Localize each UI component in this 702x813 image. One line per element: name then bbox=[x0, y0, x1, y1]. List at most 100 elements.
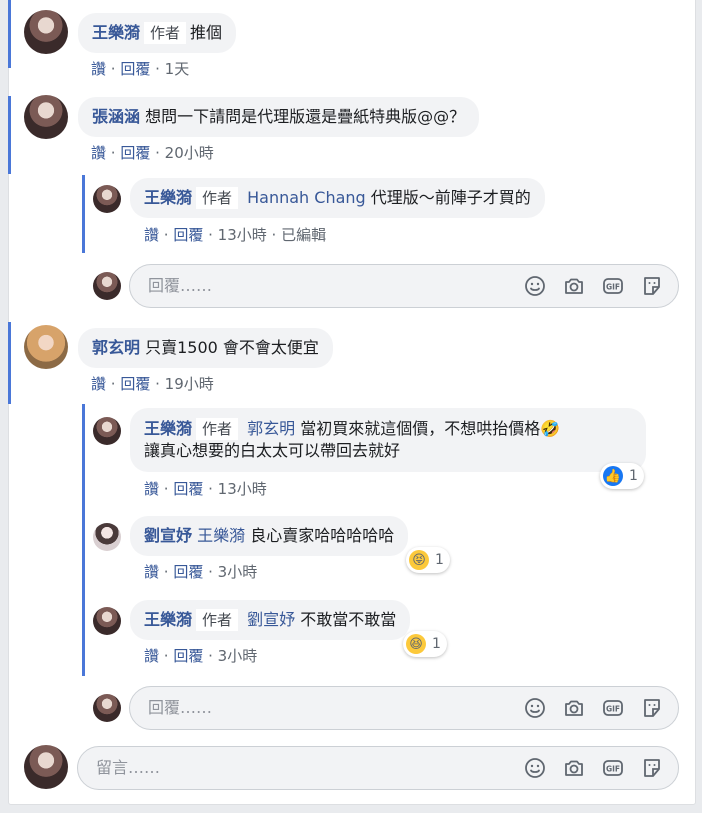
gif-icon[interactable]: GIF bbox=[601, 274, 625, 298]
reply-link[interactable]: 回覆 bbox=[173, 563, 203, 581]
tagged-user[interactable]: Hannah Chang bbox=[247, 188, 366, 207]
reply-placeholder: 回覆…… bbox=[148, 698, 213, 717]
like-link[interactable]: 讚 bbox=[144, 480, 159, 498]
reply-placeholder: 回覆…… bbox=[148, 276, 213, 295]
comment-actions: 讚 · 回覆 · 13小時 bbox=[144, 480, 267, 498]
reaction-count: 1 bbox=[435, 552, 444, 568]
avatar[interactable] bbox=[24, 325, 68, 369]
comment-text: 推個 bbox=[190, 23, 223, 42]
comment-actions: 讚 · 回覆 · 1天 bbox=[91, 60, 190, 78]
camera-icon[interactable] bbox=[562, 756, 586, 780]
reply-input[interactable]: 回覆…… GIF bbox=[129, 686, 679, 730]
reply-bubble: 王樂漪 作者 郭玄明 當初買來就這個價，不想哄抬價格🤣 讓真心想要的白太太可以帶回… bbox=[130, 408, 646, 472]
author-badge: 作者 bbox=[196, 187, 239, 209]
avatar[interactable] bbox=[93, 417, 121, 445]
svg-text:GIF: GIF bbox=[606, 283, 620, 292]
edited-label[interactable]: 已編輯 bbox=[281, 226, 326, 244]
comment-text: 不敢當不敢當 bbox=[300, 610, 397, 629]
avatar bbox=[93, 272, 121, 300]
svg-text:GIF: GIF bbox=[606, 765, 620, 774]
reply-bubble: 王樂漪 作者 劉宣妤 不敢當不敢當 bbox=[130, 600, 411, 640]
reply-bubble: 劉宣妤 王樂漪 良心賣家哈哈哈哈哈 bbox=[130, 516, 409, 556]
like-reaction-icon: 👍 bbox=[603, 466, 623, 486]
comment-actions: 讚 · 回覆 · 19小時 bbox=[91, 375, 214, 393]
emoji-icon[interactable] bbox=[523, 274, 547, 298]
avatar[interactable] bbox=[93, 607, 121, 635]
gif-icon[interactable]: GIF bbox=[601, 756, 625, 780]
timestamp[interactable]: 19小時 bbox=[165, 375, 214, 393]
reaction-count: 1 bbox=[629, 468, 638, 484]
commenter-name[interactable]: 劉宣妤 bbox=[144, 526, 192, 545]
comment-placeholder: 留言…… bbox=[96, 758, 161, 777]
thread-line bbox=[8, 322, 11, 404]
camera-icon[interactable] bbox=[562, 274, 586, 298]
comment-text-line1: 當初買來就這個價，不想哄抬價格🤣 bbox=[300, 419, 561, 438]
avatar[interactable] bbox=[24, 95, 68, 139]
timestamp[interactable]: 3小時 bbox=[218, 563, 258, 581]
comment-actions: 讚 · 回覆 · 20小時 bbox=[91, 144, 214, 162]
like-link[interactable]: 讚 bbox=[144, 647, 159, 665]
commenter-name[interactable]: 王樂漪 bbox=[144, 419, 192, 438]
comment-bubble: 張涵涵 想問一下請問是代理版還是疊紙特典版@@？ bbox=[78, 97, 480, 137]
like-link[interactable]: 讚 bbox=[144, 563, 159, 581]
reply-link[interactable]: 回覆 bbox=[120, 60, 150, 78]
comment-text: 想問一下請問是代理版還是疊紙特典版@@？ bbox=[145, 107, 466, 126]
timestamp[interactable]: 13小時 bbox=[218, 226, 267, 244]
comment-text: 代理版～前陣子才買的 bbox=[370, 188, 531, 207]
avatar bbox=[93, 694, 121, 722]
avatar[interactable] bbox=[24, 10, 68, 54]
emoji-icon[interactable] bbox=[523, 696, 547, 720]
commenter-name[interactable]: 王樂漪 bbox=[92, 23, 140, 42]
comment-bubble: 郭玄明 只賣1500 會不會太便宜 bbox=[78, 328, 333, 368]
thread-line bbox=[82, 404, 85, 676]
thread-line bbox=[82, 175, 85, 253]
timestamp[interactable]: 20小時 bbox=[165, 144, 214, 162]
comment-actions: 讚 · 回覆 · 13小時 · 已編輯 bbox=[144, 226, 327, 244]
like-link[interactable]: 讚 bbox=[91, 144, 106, 162]
avatar[interactable] bbox=[93, 185, 121, 213]
haha-reaction-icon: 😝 bbox=[409, 550, 429, 570]
gif-icon[interactable]: GIF bbox=[601, 696, 625, 720]
camera-icon[interactable] bbox=[562, 696, 586, 720]
timestamp[interactable]: 1天 bbox=[165, 60, 190, 78]
author-badge: 作者 bbox=[196, 418, 239, 440]
comment-input[interactable]: 留言…… GIF bbox=[77, 746, 679, 790]
like-link[interactable]: 讚 bbox=[91, 375, 106, 393]
commenter-name[interactable]: 郭玄明 bbox=[92, 338, 140, 357]
commenter-name[interactable]: 張涵涵 bbox=[92, 107, 140, 126]
reaction-badge[interactable]: 😆 1 bbox=[403, 631, 447, 657]
like-link[interactable]: 讚 bbox=[144, 226, 159, 244]
sticker-icon[interactable] bbox=[640, 274, 664, 298]
tagged-user[interactable]: 郭玄明 bbox=[247, 419, 295, 438]
sticker-icon[interactable] bbox=[640, 756, 664, 780]
reply-link[interactable]: 回覆 bbox=[173, 480, 203, 498]
avatar bbox=[24, 745, 68, 789]
like-link[interactable]: 讚 bbox=[91, 60, 106, 78]
author-badge: 作者 bbox=[196, 609, 239, 631]
reply-input[interactable]: 回覆…… GIF bbox=[129, 264, 679, 308]
comment-actions: 讚 · 回覆 · 3小時 bbox=[144, 647, 258, 665]
sticker-icon[interactable] bbox=[640, 696, 664, 720]
emoji-icon[interactable] bbox=[523, 756, 547, 780]
comment-bubble: 王樂漪 作者 推個 bbox=[78, 13, 237, 53]
reaction-badge[interactable]: 😝 1 bbox=[406, 547, 450, 573]
reply-bubble: 王樂漪 作者 Hannah Chang 代理版～前陣子才買的 bbox=[130, 178, 545, 218]
reply-link[interactable]: 回覆 bbox=[173, 226, 203, 244]
timestamp[interactable]: 3小時 bbox=[218, 647, 258, 665]
comment-actions: 讚 · 回覆 · 3小時 bbox=[144, 563, 258, 581]
avatar[interactable] bbox=[93, 523, 121, 551]
reply-link[interactable]: 回覆 bbox=[120, 144, 150, 162]
comment-text: 良心賣家哈哈哈哈哈 bbox=[250, 526, 395, 545]
svg-text:GIF: GIF bbox=[606, 705, 620, 714]
timestamp[interactable]: 13小時 bbox=[218, 480, 267, 498]
reply-link[interactable]: 回覆 bbox=[120, 375, 150, 393]
thread-line bbox=[8, 0, 11, 68]
reply-link[interactable]: 回覆 bbox=[173, 647, 203, 665]
reaction-badge[interactable]: 👍 1 bbox=[600, 463, 644, 489]
commenter-name[interactable]: 王樂漪 bbox=[144, 188, 192, 207]
commenter-name[interactable]: 王樂漪 bbox=[144, 610, 192, 629]
tagged-user[interactable]: 劉宣妤 bbox=[247, 610, 295, 629]
laugh-reaction-icon: 😆 bbox=[406, 634, 426, 654]
comment-text: 只賣1500 會不會太便宜 bbox=[145, 338, 319, 357]
tagged-user[interactable]: 王樂漪 bbox=[197, 526, 245, 545]
